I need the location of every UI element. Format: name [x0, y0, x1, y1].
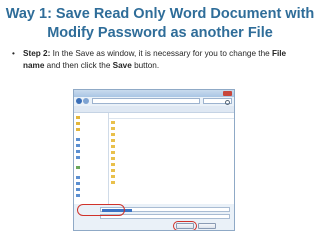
title-line-1: Way 1: Save Read Only Word Document with	[5, 6, 315, 22]
nav-item	[76, 165, 107, 170]
file-row	[109, 144, 234, 149]
search-box	[203, 98, 232, 105]
library-icon	[76, 138, 80, 141]
file-bold: File	[271, 49, 287, 58]
file-name-highlight	[77, 204, 125, 216]
file-row	[109, 138, 234, 143]
nav-item	[76, 121, 107, 126]
folder-icon	[111, 121, 115, 124]
step-2-text: Step 2: In the Save as window, it is nec…	[23, 48, 309, 72]
library-icon	[76, 156, 80, 159]
file-row	[109, 156, 234, 161]
file-row	[109, 150, 234, 155]
folder-icon	[76, 122, 80, 125]
nav-item	[76, 175, 107, 180]
window-toolbar	[74, 106, 234, 113]
window-title-bar	[74, 90, 234, 97]
save-as-window-screenshot	[73, 89, 235, 231]
file-row	[109, 162, 234, 167]
folder-icon	[111, 145, 115, 148]
navigation-pane	[74, 113, 109, 204]
folder-icon	[76, 116, 80, 119]
drive-icon	[76, 182, 80, 185]
folder-icon	[111, 139, 115, 142]
address-bar	[92, 98, 200, 104]
back-arrow-icon	[76, 98, 82, 104]
close-icon	[223, 91, 232, 96]
folder-icon	[111, 181, 115, 184]
step-label: Step 2:	[23, 49, 51, 58]
folder-icon	[111, 157, 115, 160]
name-bold: name	[23, 61, 45, 70]
nav-item	[76, 127, 107, 132]
bullet-marker: •	[12, 49, 15, 58]
nav-item	[76, 193, 107, 198]
title-line-2: Modify Password as another File	[47, 25, 273, 41]
address-row	[76, 98, 232, 105]
forward-arrow-icon	[83, 98, 89, 104]
folder-icon	[111, 169, 115, 172]
cancel-button	[198, 223, 216, 229]
step-text-b: and then click the	[44, 61, 113, 70]
file-list	[109, 113, 234, 204]
file-row	[109, 132, 234, 137]
folder-icon	[76, 128, 80, 131]
nav-item	[76, 137, 107, 142]
folder-icon	[111, 151, 115, 154]
nav-item	[76, 149, 107, 154]
file-row	[109, 168, 234, 173]
nav-item	[76, 143, 107, 148]
file-row	[109, 120, 234, 125]
folder-icon	[111, 175, 115, 178]
file-row	[109, 180, 234, 185]
drive-icon	[76, 188, 80, 191]
save-bold: Save	[112, 61, 132, 70]
folder-icon	[111, 163, 115, 166]
drive-icon	[76, 194, 80, 197]
library-icon	[76, 150, 80, 153]
step-text-a: In the Save as window, it is necessary f…	[50, 49, 272, 58]
search-icon	[225, 100, 230, 105]
folder-icon	[111, 133, 115, 136]
file-row	[109, 174, 234, 179]
nav-item	[76, 115, 107, 120]
homegroup-icon	[76, 166, 80, 169]
library-icon	[76, 144, 80, 147]
step-text-c: button.	[131, 61, 160, 70]
nav-item	[76, 181, 107, 186]
computer-icon	[76, 176, 80, 179]
nav-item	[76, 187, 107, 192]
folder-icon	[111, 127, 115, 130]
save-button-highlight	[173, 221, 197, 230]
nav-item	[76, 155, 107, 160]
column-headers	[109, 113, 234, 119]
slide-title: Way 1: Save Read Only Word Document with…	[0, 5, 320, 43]
file-row	[109, 126, 234, 131]
